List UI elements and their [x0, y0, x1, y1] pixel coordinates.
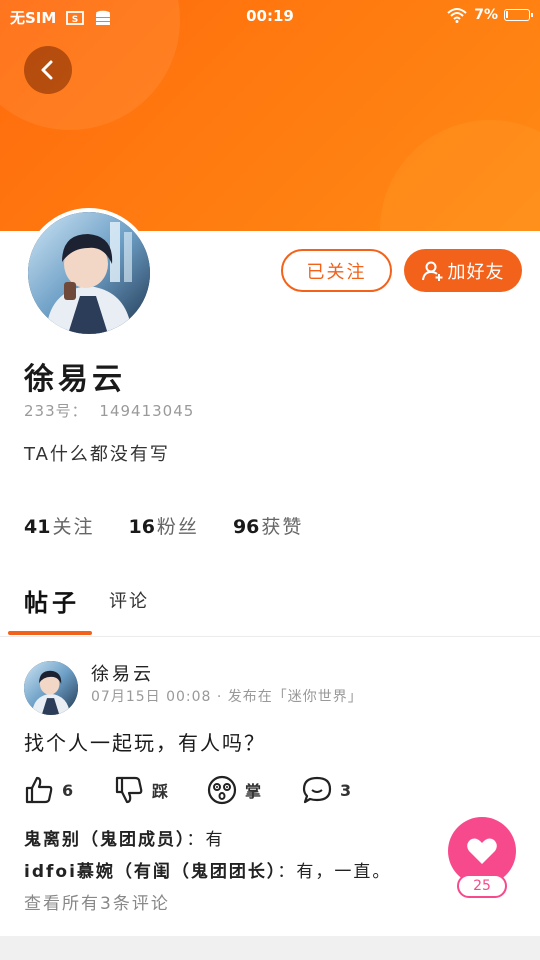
comment-author: idfoi慕婉（有闺（鬼团团长） — [24, 862, 278, 882]
stat-following[interactable]: 41 关注 — [24, 512, 94, 539]
followed-button[interactable]: 已关注 — [281, 249, 392, 292]
battery-level-fill — [506, 11, 508, 18]
stat-number: 96 — [232, 516, 260, 538]
comment-button[interactable]: 3 — [302, 775, 351, 805]
surprised-face-icon — [207, 775, 237, 805]
stat-number: 16 — [128, 516, 155, 538]
back-button[interactable] — [24, 46, 72, 94]
post-actions: 6 踩 掌 3 — [24, 775, 524, 807]
comment-text: 有，一直。 — [296, 862, 392, 882]
stat-number: 41 — [24, 516, 51, 538]
dislike-label: 踩 — [152, 782, 169, 801]
comment-separator: ： — [186, 830, 206, 850]
add-friend-button[interactable]: 加好友 — [404, 249, 522, 292]
post-content[interactable]: 找个人一起玩，有人吗？ — [24, 727, 266, 756]
stat-label: 关注 — [52, 516, 95, 538]
like-count: 6 — [62, 780, 74, 800]
profile-uid: 233号： 149413045 — [24, 400, 194, 421]
wow-button[interactable]: 掌 — [207, 775, 261, 805]
profile-avatar[interactable] — [24, 208, 154, 338]
post-author-name[interactable]: 徐易云 — [91, 660, 154, 686]
profile-bio: TA什么都没有写 — [24, 444, 170, 465]
tab-posts[interactable]: 帖子 — [24, 583, 80, 618]
banner-glow — [380, 120, 540, 231]
stat-label: 获赞 — [261, 516, 304, 538]
thumbs-up-icon — [25, 776, 53, 804]
active-tab-indicator — [8, 631, 92, 635]
like-button[interactable]: 6 — [24, 775, 73, 805]
avatar-image — [24, 661, 78, 715]
post-separator — [0, 936, 540, 960]
comment-separator: ： — [277, 862, 297, 882]
comment-text: 有 — [205, 830, 225, 850]
comment-bubble-icon — [302, 776, 332, 804]
comment-item[interactable]: idfoi慕婉（有闺（鬼团团长）：有，一直。 — [24, 856, 391, 888]
avatar-image — [28, 212, 150, 334]
heart-icon — [467, 838, 497, 864]
battery-icon — [504, 9, 533, 21]
chevron-left-icon — [41, 60, 53, 80]
comment-preview: 鬼离别（鬼团成员）：有 idfoi慕婉（有闺（鬼团团长）：有，一直。 查看所有3… — [24, 824, 391, 920]
dislike-button[interactable]: 踩 — [114, 775, 168, 805]
profile-name: 徐易云 — [24, 362, 126, 397]
profile-banner — [0, 0, 540, 231]
view-all-comments-link[interactable]: 查看所有3条评论 — [24, 888, 391, 920]
comment-author: 鬼离别（鬼团成员） — [24, 830, 187, 850]
wifi-icon — [447, 8, 467, 23]
comment-item[interactable]: 鬼离别（鬼团成员）：有 — [24, 824, 391, 856]
stat-likes[interactable]: 96 获赞 — [233, 512, 303, 539]
thumbs-down-icon — [115, 776, 143, 804]
uid-value: 149413045 — [99, 402, 195, 420]
add-user-icon — [421, 261, 442, 281]
floating-like-count: 25 — [457, 874, 507, 898]
post-meta: 07月15日 00:08 · 发布在「迷你世界」 — [91, 689, 363, 705]
profile-stats: 41 关注 16 粉丝 96 获赞 — [24, 512, 303, 539]
battery-percent: 7% — [474, 7, 498, 23]
uid-label: 233号： — [24, 402, 88, 420]
tab-divider — [0, 636, 540, 637]
status-bar: 无SIM S 00:19 7% — [0, 0, 540, 34]
stat-label: 粉丝 — [156, 516, 199, 538]
add-friend-label: 加好友 — [447, 261, 505, 283]
wow-label: 掌 — [245, 782, 262, 801]
post-author-avatar[interactable] — [24, 661, 78, 715]
tab-comments[interactable]: 评论 — [109, 587, 149, 613]
comment-count: 3 — [340, 780, 352, 800]
stat-fans[interactable]: 16 粉丝 — [128, 512, 198, 539]
